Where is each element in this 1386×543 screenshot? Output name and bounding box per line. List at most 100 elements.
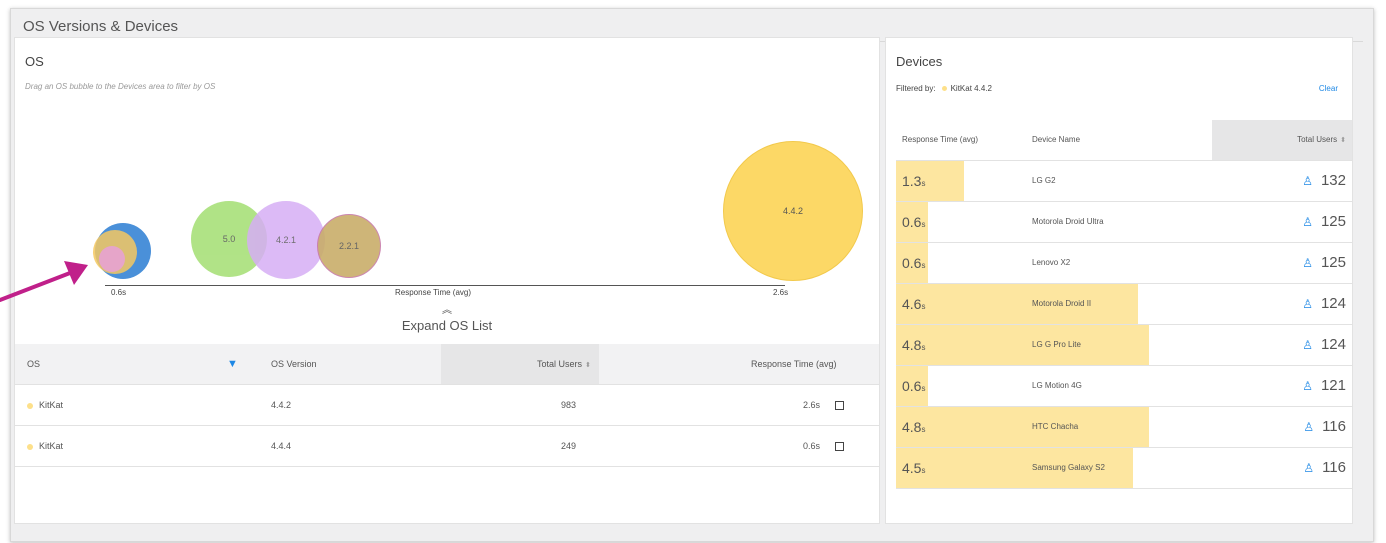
total-users: ♙ 124 [1302, 284, 1346, 324]
header-response-time[interactable]: Response Time (avg) [902, 120, 978, 160]
filter-value: KitKat 4.4.2 [950, 84, 992, 93]
os-bubble[interactable]: 4.2.1 [247, 201, 325, 279]
response-time-unit: s [921, 179, 926, 188]
row-checkbox[interactable] [835, 442, 844, 452]
table-row[interactable]: 0.6s LG Motion 4G ♙ 121 [896, 366, 1352, 407]
expand-os-list-label: Expand OS List [401, 318, 493, 333]
response-time-unit: s [921, 220, 926, 229]
device-name: Lenovo X2 [1032, 258, 1071, 267]
table-row[interactable]: KitKat 4.4.4 249 0.6s [15, 425, 879, 467]
total-users: ♙ 116 [1303, 448, 1346, 488]
filter-indicator: Filtered by: KitKat 4.4.2 [896, 84, 992, 93]
person-icon: ♙ [1302, 256, 1313, 270]
total-users: ♙ 125 [1302, 243, 1346, 283]
expand-os-list-button[interactable]: ︽ Expand OS List [15, 305, 879, 334]
os-bubble[interactable]: 2.2.1 [317, 214, 381, 278]
response-time-value: 4.8 [902, 419, 922, 435]
table-row[interactable]: 4.6s Motorola Droid II ♙ 124 [896, 284, 1352, 325]
person-icon: ♙ [1302, 379, 1313, 393]
axis-max-label: 2.6s [773, 288, 789, 297]
os-version: 4.4.4 [271, 441, 292, 451]
header-total-users-label: Total Users [537, 359, 583, 369]
filter-color-dot [941, 86, 947, 92]
person-icon: ♙ [1303, 461, 1315, 475]
response-time-axis [105, 285, 785, 286]
response-time-bar [896, 407, 1149, 447]
response-time: 0.6s [902, 366, 925, 409]
total-users-value: 116 [1322, 418, 1346, 435]
response-time-unit: s [921, 343, 926, 352]
device-name: LG G2 [1032, 176, 1056, 185]
table-row[interactable]: 0.6s Lenovo X2 ♙ 125 [896, 243, 1352, 284]
axis-title: Response Time (avg) [395, 288, 472, 297]
header-total-users[interactable]: Total Users ⬍ [537, 344, 591, 386]
response-time: 4.8s [902, 407, 925, 450]
total-users: 983 [561, 400, 577, 410]
response-time: 4.8s [902, 325, 925, 368]
device-name: LG Motion 4G [1032, 381, 1082, 390]
response-time-value: 4.6 [902, 296, 922, 312]
total-users-value: 124 [1320, 295, 1346, 312]
os-bubble[interactable] [99, 246, 125, 272]
os-panel: OS Drag an OS bubble to the Devices area… [14, 37, 880, 524]
response-time-value: 0.6 [902, 214, 922, 230]
devices-panel: Devices Filtered by: KitKat 4.4.2 Clear R… [885, 37, 1353, 524]
total-users-value: 116 [1322, 459, 1346, 476]
total-users: ♙ 125 [1302, 202, 1346, 242]
row-checkbox[interactable] [835, 401, 844, 411]
table-row[interactable]: 0.6s Motorola Droid Ultra ♙ 125 [896, 202, 1352, 243]
response-time-unit: s [921, 425, 926, 434]
os-bubble-chart: 5.0 4.2.1 2.2.1 4.4.2 [15, 118, 879, 308]
header-device-name[interactable]: Device Name [1032, 120, 1080, 160]
response-time: 0.6s [803, 441, 821, 451]
response-time: 4.5s [902, 448, 925, 491]
sort-icon: ⬍ [585, 362, 591, 369]
total-users-value: 132 [1320, 172, 1346, 189]
response-time-value: 4.8 [902, 337, 922, 353]
device-name: HTC Chacha [1032, 422, 1079, 431]
header-total-users[interactable]: Total Users ⬍ [1297, 120, 1346, 161]
person-icon: ♙ [1302, 215, 1313, 229]
header-os-version[interactable]: OS Version [271, 344, 317, 384]
os-panel-title: OS [25, 54, 44, 69]
table-row[interactable]: KitKat 4.4.2 983 2.6s [15, 384, 879, 425]
os-bubble[interactable]: 4.4.2 [723, 141, 863, 281]
device-name: Motorola Droid Ultra [1032, 217, 1104, 226]
os-panel-subtitle: Drag an OS bubble to the Devices area to… [25, 82, 216, 91]
device-name: Samsung Galaxy S2 [1032, 463, 1105, 472]
table-row[interactable]: 1.3s LG G2 ♙ 132 [896, 161, 1352, 202]
total-users: ♙ 121 [1302, 366, 1346, 406]
devices-panel-title: Devices [896, 54, 943, 69]
sort-icon: ⬍ [1340, 137, 1346, 144]
response-time-bar [896, 284, 1138, 324]
header-os[interactable]: OS [27, 344, 40, 384]
response-time: 2.6s [803, 400, 821, 410]
response-time-value: 1.3 [902, 173, 922, 189]
table-row[interactable]: 4.8s HTC Chacha ♙ 116 [896, 407, 1352, 448]
response-time-unit: s [921, 384, 926, 393]
response-time-value: 0.6 [902, 255, 922, 271]
header-response-time[interactable]: Response Time (avg) [751, 344, 837, 384]
response-time-value: 0.6 [902, 378, 922, 394]
devices-table-header: Response Time (avg) Device Name Total Us… [896, 120, 1352, 161]
response-time-unit: s [921, 261, 926, 270]
funnel-icon[interactable]: ▼ [227, 344, 238, 384]
total-users-value: 124 [1320, 336, 1346, 353]
response-time: 1.3s [902, 161, 925, 204]
total-users: 249 [561, 441, 577, 451]
table-row[interactable]: 4.8s LG G Pro Lite ♙ 124 [896, 325, 1352, 366]
person-icon: ♙ [1302, 338, 1313, 352]
response-time: 4.6s [902, 284, 925, 327]
header-total-users-label: Total Users [1297, 135, 1338, 144]
axis-min-label: 0.6s [111, 288, 127, 297]
response-time-bar [896, 325, 1149, 365]
os-name: KitKat [39, 441, 64, 451]
total-users-value: 125 [1320, 254, 1346, 271]
os-version: 4.4.2 [271, 400, 292, 410]
total-users: ♙ 132 [1302, 161, 1346, 201]
table-row[interactable]: 4.5s Samsung Galaxy S2 ♙ 116 [896, 448, 1352, 489]
clear-filter-link[interactable]: Clear [1319, 84, 1338, 93]
total-users-value: 121 [1320, 377, 1346, 394]
person-icon: ♙ [1302, 297, 1313, 311]
double-chevron-up-icon: ︽ [442, 305, 452, 316]
